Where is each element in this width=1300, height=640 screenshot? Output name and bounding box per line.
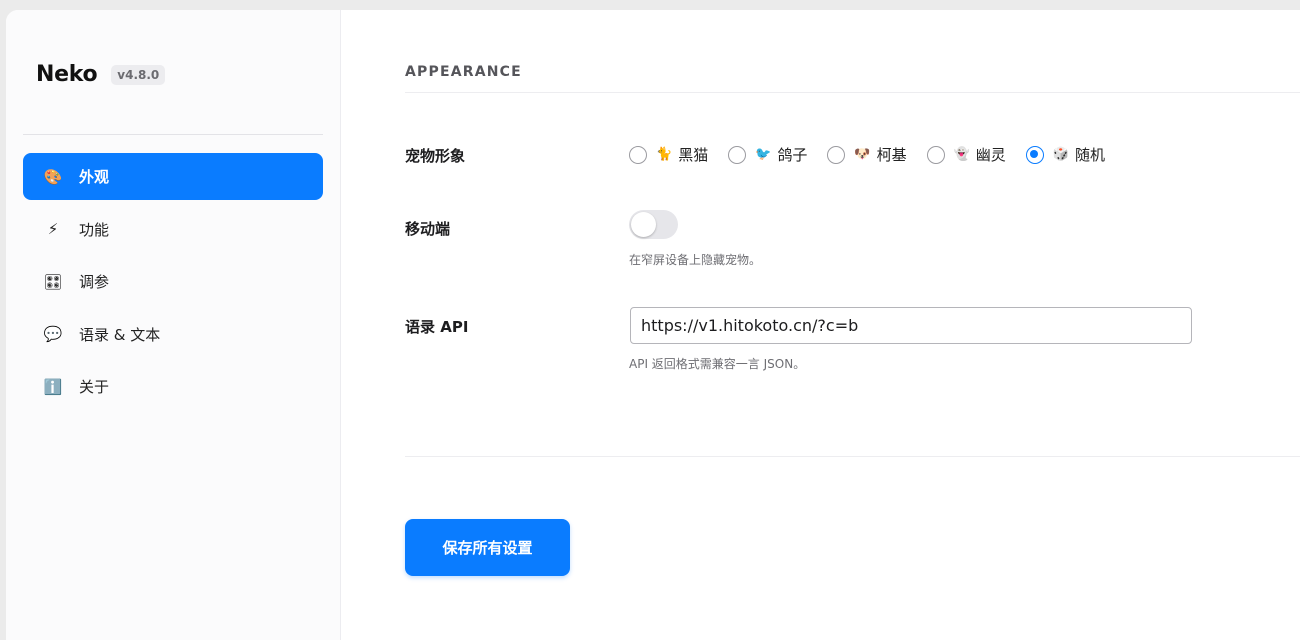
cat-icon: 🐈 — [656, 147, 673, 162]
settings-window: Neko v4.8.0 🎨 外观 ⚡ 功能 🎛 调参 💬 语录 & 文本 ℹ️ — [6, 10, 1300, 640]
sidebar-item-tuning[interactable]: 🎛 调参 — [23, 258, 323, 305]
version-badge: v4.8.0 — [111, 64, 166, 85]
radio-button[interactable] — [728, 145, 747, 164]
radio-button-checked[interactable] — [1025, 145, 1044, 164]
pet-option-label: 鸽子 — [777, 146, 808, 164]
control-knobs-icon: 🎛 — [43, 272, 63, 291]
pet-option-corgi[interactable]: 🐶 柯基 — [827, 144, 907, 165]
pet-option-pigeon[interactable]: 🐦 鸽子 — [728, 144, 807, 165]
pet-label: 宠物形象 — [405, 147, 466, 165]
radio-button[interactable] — [629, 145, 647, 164]
pet-option-random[interactable]: 🎲 随机 — [1025, 144, 1106, 165]
radio-button[interactable] — [926, 145, 945, 164]
sidebar-nav: 🎨 外观 ⚡ 功能 🎛 调参 💬 语录 & 文本 ℹ️ 关于 — [23, 153, 323, 416]
info-icon: ℹ️ — [43, 377, 63, 396]
section-title: APPEARANCE — [405, 64, 522, 80]
settings-content: APPEARANCE 宠物形象 🐈 黑猫 🐦 鸽子 🐶 柯基 👻 幽灵 🎲 随机… — [405, 10, 1300, 640]
pet-option-label: 柯基 — [876, 146, 907, 164]
pet-option-label: 黑猫 — [678, 146, 709, 164]
ghost-icon: 👻 — [953, 147, 970, 162]
sidebar-item-appearance[interactable]: 🎨 外观 — [23, 153, 323, 200]
sidebar-item-quotes-text[interactable]: 💬 语录 & 文本 — [23, 311, 323, 358]
footer-divider — [405, 456, 1300, 457]
api-hint: API 返回格式需兼容一言 JSON。 — [629, 357, 806, 371]
save-all-button[interactable]: 保存所有设置 — [405, 519, 570, 576]
sidebar-item-label: 功能 — [79, 220, 110, 239]
bird-icon: 🐦 — [755, 147, 772, 162]
sidebar-item-label: 调参 — [79, 273, 110, 291]
pet-option-label: 随机 — [1075, 146, 1106, 164]
lightning-icon: ⚡ — [47, 220, 59, 238]
dice-icon: 🎲 — [1052, 147, 1069, 162]
pet-radio-group: 🐈 黑猫 🐦 鸽子 🐶 柯基 👻 幽灵 🎲 随机 — [629, 144, 1125, 165]
radio-button[interactable] — [827, 145, 846, 164]
pet-option-black-cat[interactable]: 🐈 黑猫 — [629, 144, 708, 165]
sidebar-item-about[interactable]: ℹ️ 关于 — [23, 363, 323, 410]
speech-bubble-icon: 💬 — [43, 325, 63, 343]
sidebar-divider — [23, 134, 323, 135]
sidebar-item-label: 外观 — [79, 168, 110, 186]
section-divider — [405, 92, 1300, 93]
brand: Neko v4.8.0 — [36, 62, 166, 87]
mobile-hint: 在窄屏设备上隐藏宠物。 — [629, 253, 762, 267]
mobile-toggle[interactable] — [629, 210, 678, 239]
toggle-knob — [631, 212, 656, 237]
sidebar-item-features[interactable]: ⚡ 功能 — [23, 206, 323, 253]
palette-icon: 🎨 — [43, 167, 63, 186]
mobile-label: 移动端 — [405, 220, 451, 238]
sidebar-item-label: 关于 — [79, 378, 110, 396]
dog-icon: 🐶 — [854, 147, 871, 162]
sidebar-item-label: 语录 & 文本 — [79, 325, 161, 344]
brand-name: Neko — [36, 62, 98, 87]
pet-option-label: 幽灵 — [975, 146, 1006, 164]
api-url-input[interactable] — [630, 307, 1192, 344]
sidebar: Neko v4.8.0 🎨 外观 ⚡ 功能 🎛 调参 💬 语录 & 文本 ℹ️ — [6, 10, 341, 640]
pet-option-ghost[interactable]: 👻 幽灵 — [926, 144, 1006, 165]
api-label: 语录 API — [405, 318, 469, 336]
